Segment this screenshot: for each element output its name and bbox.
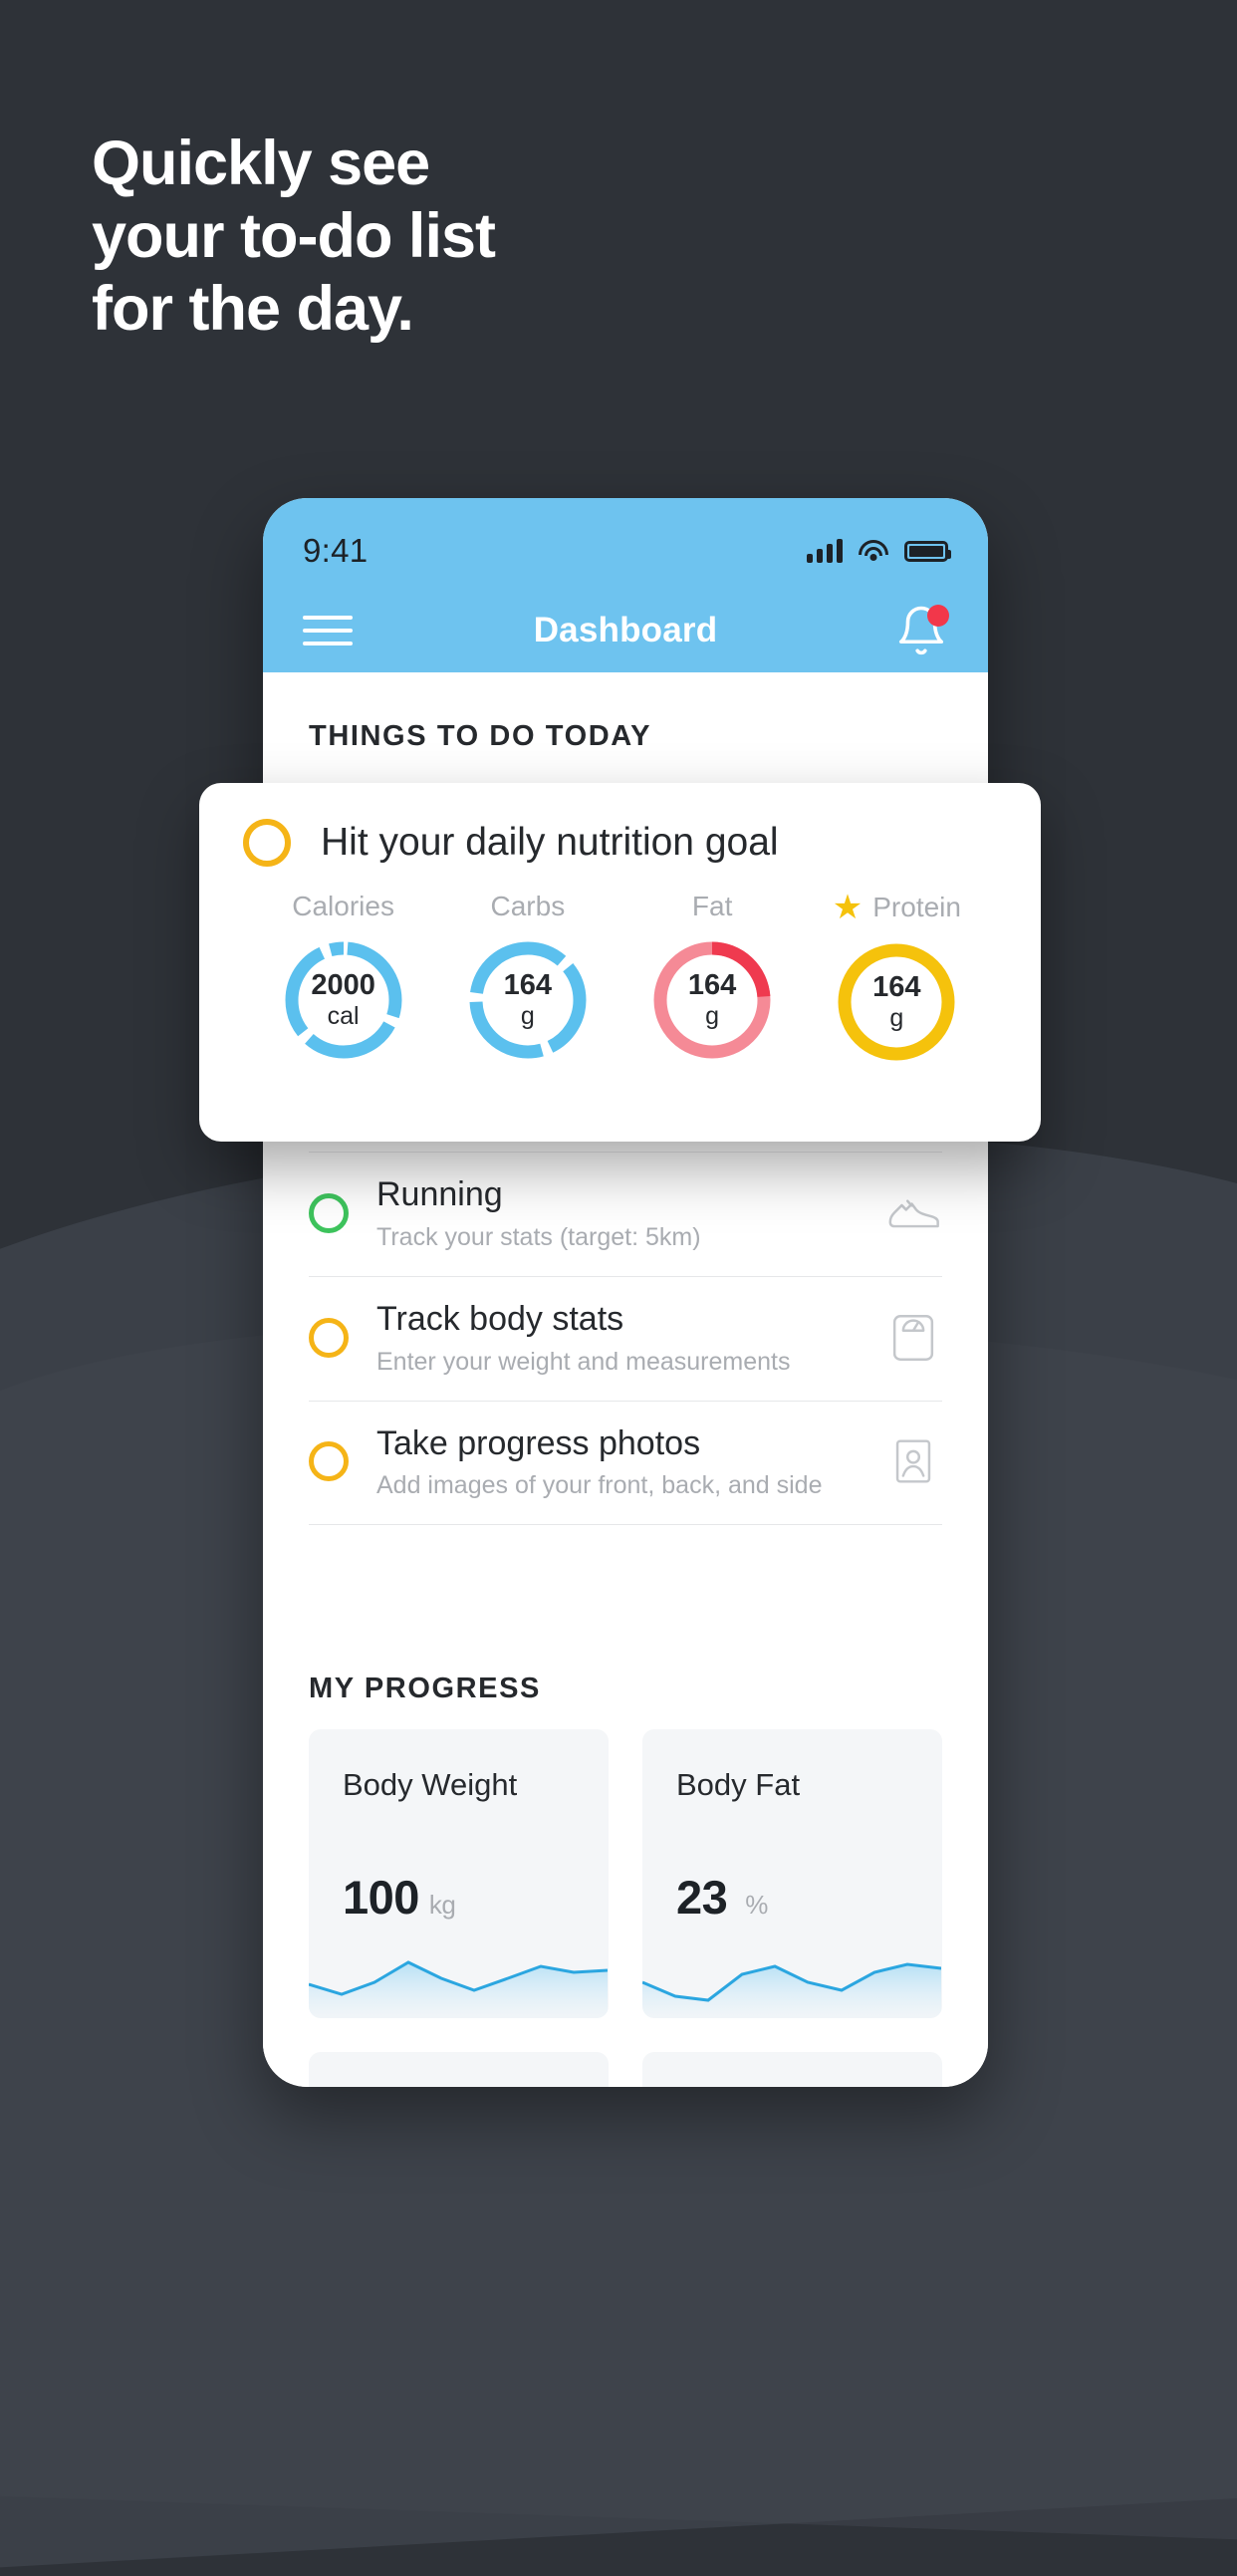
todo-subtitle: Enter your weight and measurements xyxy=(376,1347,791,1376)
notifications-button[interactable] xyxy=(894,604,949,657)
macro-carbs[interactable]: Carbs 164 g xyxy=(435,891,619,1066)
progress-card-body-fat[interactable]: Body Fat 23% xyxy=(642,1729,942,2019)
todo-text: Running Track your stats (target: 5km) xyxy=(376,1174,884,1252)
macro-label: Carbs xyxy=(490,891,566,921)
progress-card-unit: % xyxy=(745,1890,768,1921)
macro-ring: 2000 cal xyxy=(280,936,407,1064)
app-header: Dashboard xyxy=(263,588,988,672)
todo-checkbox[interactable] xyxy=(309,1317,349,1358)
progress-card-title: Body Weight xyxy=(343,1767,518,1803)
macro-ring: 164 g xyxy=(833,938,960,1066)
progress-card-partial[interactable] xyxy=(642,2052,942,2087)
progress-card-value: 23% xyxy=(676,1870,768,1925)
progress-card-row: Body Weight 100 kg Body Fat 23 % xyxy=(263,1729,988,2019)
progress-card-unit: kg xyxy=(428,1890,456,1921)
todo-text: Take progress photos Add images of your … xyxy=(376,1423,884,1501)
todo-subtitle: Track your stats (target: 5km) xyxy=(376,1222,701,1251)
nutrition-card-title: Hit your daily nutrition goal xyxy=(321,821,779,864)
macro-ring: 164 g xyxy=(648,936,776,1064)
progress-card-row-partial xyxy=(263,2052,988,2087)
macro-number: 164 xyxy=(687,968,737,1001)
wifi-icon xyxy=(859,540,888,562)
nutrition-goal-card[interactable]: Hit your daily nutrition goal Calories 2… xyxy=(199,783,1041,1142)
macro-unit: cal xyxy=(327,1002,360,1031)
list-item[interactable]: Running Track your stats (target: 5km) xyxy=(309,1152,942,1276)
macro-value-group: 2000 cal xyxy=(280,936,407,1064)
photo-person-icon xyxy=(895,1439,931,1484)
star-icon: ★ xyxy=(832,889,864,926)
sparkline-chart xyxy=(309,1960,608,2019)
macro-number: 2000 xyxy=(311,968,375,1001)
macro-value-group: 164 g xyxy=(648,936,776,1064)
macro-label: Calories xyxy=(292,891,394,921)
hamburger-icon[interactable] xyxy=(303,607,353,654)
running-shoe-icon xyxy=(888,1199,939,1228)
sparkline-chart xyxy=(642,1962,941,2019)
status-bar-icons xyxy=(807,539,951,563)
battery-icon xyxy=(904,540,951,562)
macro-fat[interactable]: Fat 164 g xyxy=(620,891,805,1066)
phone-mockup: 9:41 Dashboard THINGS TO DO TODAY Runnin… xyxy=(263,498,988,2087)
todo-list: Running Track your stats (target: 5km) T… xyxy=(263,1152,988,1526)
macro-number: 164 xyxy=(503,968,553,1001)
signal-icon xyxy=(807,539,843,563)
list-item[interactable]: Track body stats Enter your weight and m… xyxy=(309,1275,942,1401)
macro-unit: g xyxy=(705,1002,720,1031)
status-bar-clock: 9:41 xyxy=(303,532,369,569)
macro-ring-row: Calories 2000 cal Carbs 164 g Fat 164 g … xyxy=(243,891,997,1066)
app-title: Dashboard xyxy=(533,610,718,649)
todo-checkbox[interactable] xyxy=(309,1192,349,1233)
weight-scale-icon xyxy=(892,1314,934,1361)
page-title: Quickly see your to-do list for the day. xyxy=(92,129,496,345)
notification-badge xyxy=(927,604,949,627)
macro-unit: g xyxy=(520,1002,535,1031)
todo-checkbox[interactable] xyxy=(243,819,291,867)
list-item[interactable]: Take progress photos Add images of your … xyxy=(309,1400,942,1525)
progress-card-partial[interactable] xyxy=(309,2052,609,2087)
macro-label: Fat xyxy=(691,891,733,921)
todo-subtitle: Add images of your front, back, and side xyxy=(376,1471,823,1500)
progress-card-body-weight[interactable]: Body Weight 100 kg xyxy=(309,1729,609,2019)
progress-card-number: 23 xyxy=(676,1871,728,1925)
macro-ring: 164 g xyxy=(464,936,592,1064)
progress-card-number: 100 xyxy=(343,1871,419,1925)
macro-unit: g xyxy=(889,1004,904,1033)
macro-protein[interactable]: ★ Protein 164 g xyxy=(805,891,989,1066)
macro-number: 164 xyxy=(872,970,921,1003)
todo-title: Take progress photos xyxy=(376,1423,701,1462)
todo-text: Track body stats Enter your weight and m… xyxy=(376,1299,884,1377)
todo-title: Running xyxy=(376,1175,503,1213)
todo-checkbox[interactable] xyxy=(309,1441,349,1482)
progress-card-title: Body Fat xyxy=(676,1767,801,1803)
todo-title: Track body stats xyxy=(376,1299,624,1338)
macro-calories[interactable]: Calories 2000 cal xyxy=(251,891,435,1066)
status-bar: 9:41 xyxy=(263,498,988,588)
macro-value-group: 164 g xyxy=(464,936,592,1064)
nutrition-card-header: Hit your daily nutrition goal xyxy=(243,819,997,867)
progress-card-value: 100 kg xyxy=(343,1870,456,1925)
macro-label-text: Protein xyxy=(872,892,961,922)
macro-label: ★ Protein xyxy=(833,891,961,924)
progress-section-heading: MY PROGRESS xyxy=(309,1673,542,1705)
todo-section-heading: THINGS TO DO TODAY xyxy=(309,720,652,752)
macro-value-group: 164 g xyxy=(833,938,960,1066)
